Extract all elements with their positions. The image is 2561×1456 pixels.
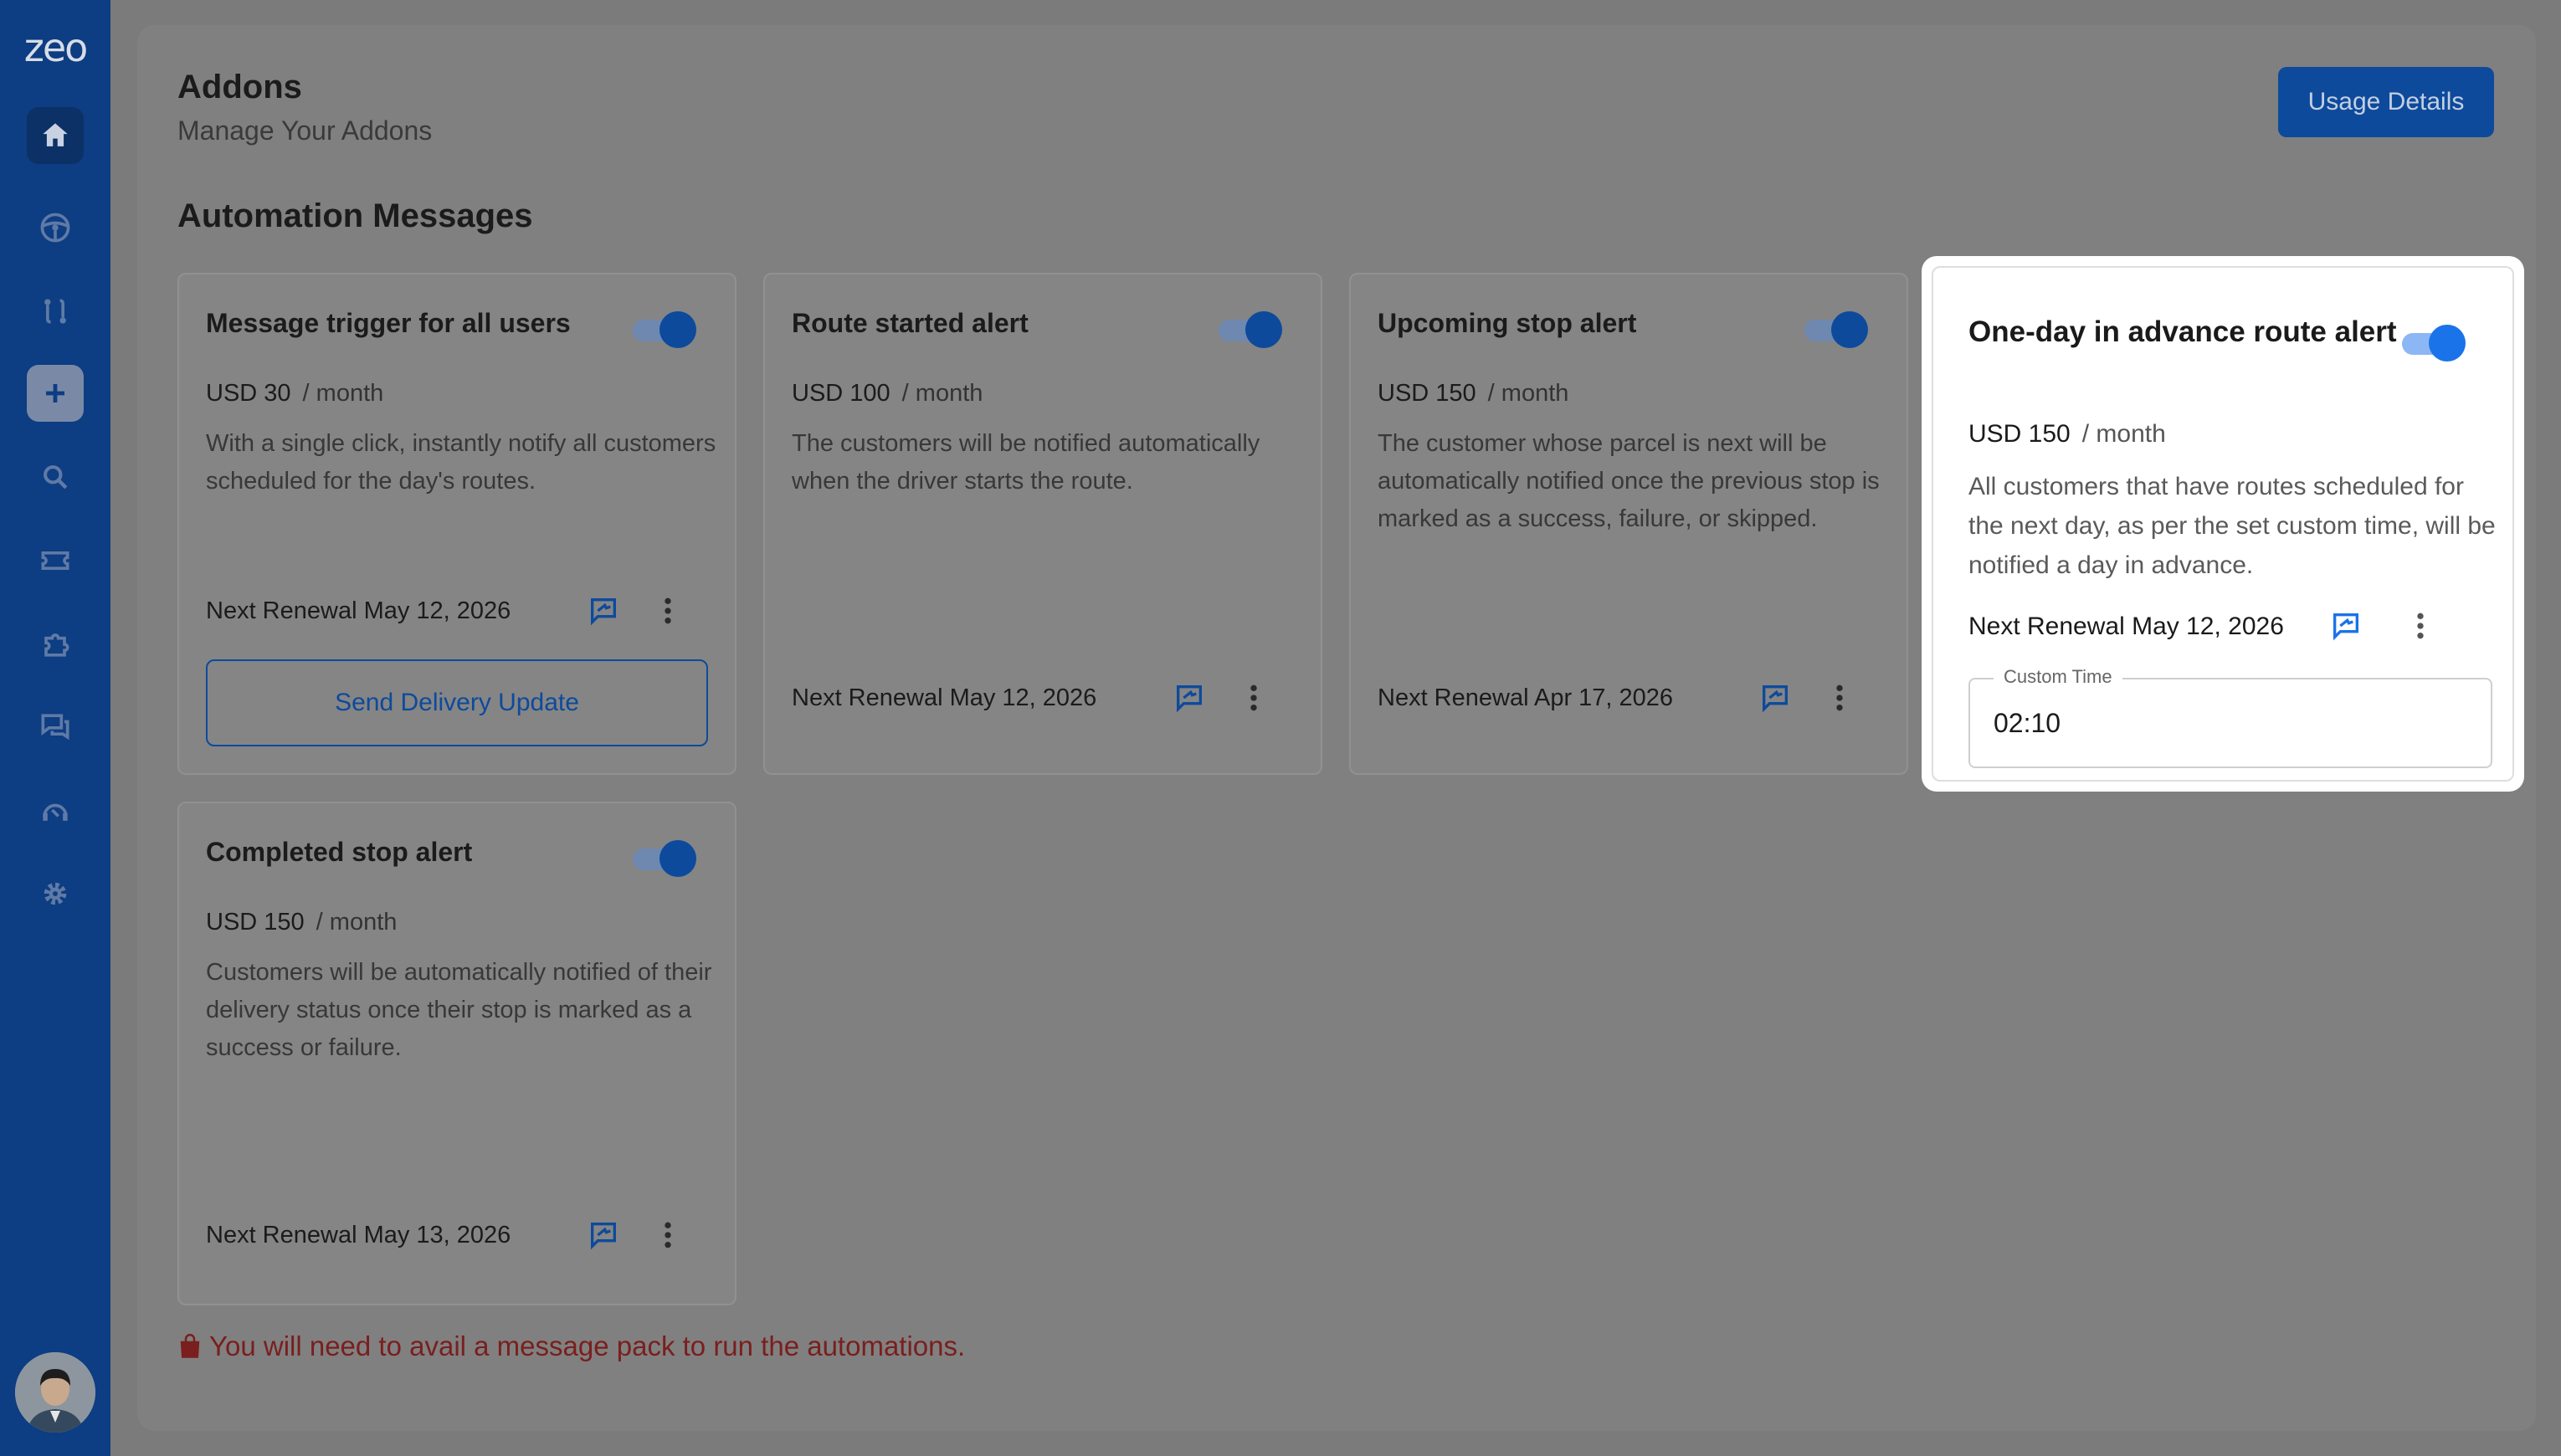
card-description: The customers will be notified automatic… — [792, 430, 1260, 495]
card-title: Completed stop alert — [206, 837, 473, 867]
price-amount: USD 150 — [1968, 420, 2071, 448]
addon-toggle[interactable] — [1217, 310, 1282, 348]
message-template-icon[interactable] — [586, 1218, 621, 1252]
addon-card-upcoming-stop: Upcoming stop alert USD 150 / month The c… — [1349, 273, 1908, 775]
search-icon — [44, 465, 68, 490]
sidebar: zeo — [0, 0, 110, 1456]
addon-card-one-day-advance: One-day in advance route alert USD 150 / … — [1932, 266, 2514, 782]
price-period: / month — [302, 380, 384, 407]
card-price: USD 150 / month — [1968, 420, 2166, 449]
message-pack-warning: You will need to avail a message pack to… — [177, 1330, 965, 1362]
more-options-icon[interactable] — [2412, 609, 2429, 643]
tickets-nav-button[interactable] — [27, 532, 84, 589]
steering-wheel-icon — [40, 213, 70, 243]
addon-card-completed-stop: Completed stop alert USD 150 / month Cust… — [177, 802, 736, 1305]
more-options-icon[interactable] — [659, 1218, 676, 1252]
message-template-icon[interactable] — [1758, 681, 1793, 715]
renewal-date: Next Renewal May 12, 2026 — [1968, 613, 2284, 640]
page-title: Addons — [177, 69, 302, 105]
card-title: Route started alert — [792, 308, 1029, 338]
more-options-icon[interactable] — [659, 594, 676, 628]
price-amount: USD 150 — [1378, 380, 1476, 407]
send-delivery-update-button[interactable]: Send Delivery Update — [206, 659, 708, 746]
card-price: USD 150 / month — [206, 909, 397, 936]
card-price: USD 100 / month — [792, 380, 983, 408]
addon-card-route-started: Route started alert USD 100 / month The c… — [763, 273, 1322, 775]
card-description: Customers will be automatically notified… — [206, 959, 712, 1061]
messages-nav-button[interactable] — [27, 698, 84, 755]
renewal-date: Next Renewal May 13, 2026 — [206, 1222, 511, 1248]
usage-details-button[interactable]: Usage Details — [2278, 67, 2494, 137]
chat-icon — [41, 714, 69, 741]
message-template-icon[interactable] — [586, 594, 621, 628]
section-title: Automation Messages — [177, 197, 533, 234]
warning-text: You will need to avail a message pack to… — [209, 1330, 966, 1361]
card-title: One-day in advance route alert — [1968, 315, 2397, 348]
ticket-icon — [41, 551, 69, 570]
home-icon — [43, 123, 68, 146]
custom-time-label: Custom Time — [1994, 666, 2122, 688]
support-nav-button[interactable] — [27, 782, 84, 838]
puzzle-icon — [44, 633, 69, 657]
message-template-icon[interactable] — [2328, 609, 2363, 643]
addon-toggle[interactable] — [1803, 310, 1868, 348]
card-description: All customers that have routes scheduled… — [1968, 473, 2496, 579]
renewal-date: Next Renewal Apr 17, 2026 — [1378, 684, 1674, 711]
card-description: The customer whose parcel is next will b… — [1378, 430, 1880, 532]
card-title: Message trigger for all users — [206, 308, 571, 338]
price-amount: USD 30 — [206, 380, 291, 407]
message-template-icon[interactable] — [1172, 681, 1207, 715]
addons-nav-button[interactable] — [27, 616, 84, 673]
more-options-icon[interactable] — [1831, 681, 1848, 715]
gear-icon — [44, 882, 67, 905]
card-title: Upcoming stop alert — [1378, 308, 1637, 338]
routes-nav-button[interactable] — [27, 283, 84, 340]
home-nav-button[interactable] — [27, 107, 84, 164]
zeo-logo[interactable]: zeo — [15, 28, 95, 67]
avatar-illustration — [15, 1352, 95, 1433]
renewal-date: Next Renewal May 12, 2026 — [206, 597, 511, 624]
price-period: / month — [1487, 380, 1569, 407]
renewal-date: Next Renewal May 12, 2026 — [792, 684, 1097, 711]
addon-card-one-day-advance-highlight: One-day in advance route alert USD 150 / … — [1922, 256, 2524, 792]
user-avatar[interactable] — [15, 1352, 95, 1433]
card-price: USD 30 / month — [206, 380, 383, 408]
addon-toggle[interactable] — [2400, 323, 2466, 361]
shopping-bag-icon — [180, 1334, 200, 1358]
card-description: With a single click, instantly notify al… — [206, 430, 716, 495]
addon-toggle[interactable] — [631, 310, 696, 348]
search-nav-button[interactable] — [27, 449, 84, 505]
price-amount: USD 150 — [206, 909, 305, 936]
price-amount: USD 100 — [792, 380, 890, 407]
custom-time-value[interactable]: 02:10 — [1994, 708, 2061, 739]
settings-nav-button[interactable] — [27, 865, 84, 922]
add-nav-button[interactable] — [27, 365, 84, 422]
addon-toggle[interactable] — [631, 838, 696, 877]
support-icon — [43, 803, 68, 821]
more-options-icon[interactable] — [1245, 681, 1262, 715]
price-period: / month — [901, 380, 983, 407]
custom-time-field[interactable]: Custom Time 02:10 — [1968, 666, 2492, 768]
drivers-nav-button[interactable] — [27, 199, 84, 256]
page-subtitle: Manage Your Addons — [177, 115, 433, 146]
price-period: / month — [316, 909, 398, 936]
routes-icon — [44, 299, 66, 324]
price-period: / month — [2081, 420, 2166, 448]
card-price: USD 150 / month — [1378, 380, 1568, 408]
plus-icon — [46, 384, 64, 402]
addon-card-message-trigger: Message trigger for all users USD 30 / mo… — [177, 273, 736, 775]
